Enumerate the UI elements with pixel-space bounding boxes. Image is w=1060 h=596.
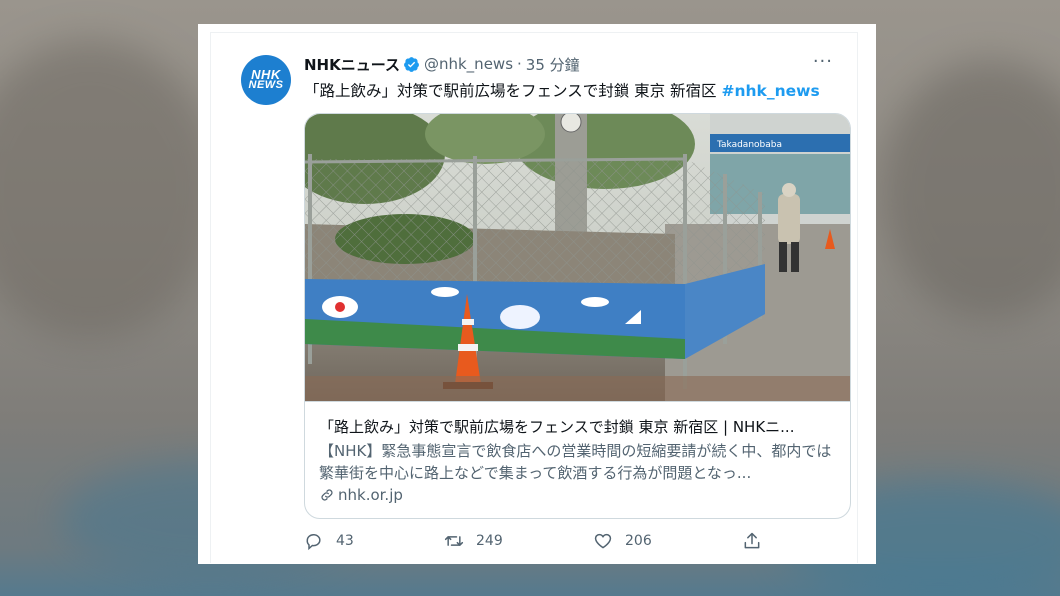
more-options-icon[interactable]: ··· bbox=[813, 51, 833, 72]
tweet-text: 「路上飲み」対策で駅前広場をフェンスで封鎖 東京 新宿区 #nhk_news bbox=[304, 79, 820, 101]
station-sign-text: Takadanobaba bbox=[716, 140, 782, 150]
link-preview-card[interactable]: Takadanobaba 「路上飲み」対策で駅前広場をフェンスで封鎖 東京 新宿… bbox=[304, 113, 851, 519]
link-card-title: 「路上飲み」対策で駅前広場をフェンスで封鎖 東京 新宿区 | NHKニ... bbox=[319, 418, 795, 436]
verified-badge-icon bbox=[404, 56, 419, 72]
preview-photo: Takadanobaba bbox=[305, 114, 850, 402]
separator-dot: · bbox=[517, 55, 522, 73]
avatar-text-news: NEWS bbox=[248, 79, 284, 91]
tweet-timestamp[interactable]: 35 分鐘 bbox=[526, 54, 580, 75]
link-icon bbox=[321, 489, 333, 501]
reply-count: 43 bbox=[336, 533, 354, 549]
avatar[interactable]: NHK NEWS bbox=[241, 55, 291, 105]
retweet-count: 249 bbox=[476, 533, 503, 549]
display-name[interactable]: NHKニュース bbox=[304, 54, 400, 75]
tweet-header: NHKニュース @nhk_news · 35 分鐘 bbox=[304, 53, 580, 75]
share-button[interactable] bbox=[742, 531, 774, 551]
tweet-card: NHK NEWS NHKニュース @nhk_news · 35 分鐘 ··· 「… bbox=[198, 24, 876, 564]
link-card-domain-row: nhk.or.jp bbox=[319, 486, 403, 504]
link-card-domain: nhk.or.jp bbox=[338, 486, 403, 504]
retweet-button[interactable]: 249 bbox=[444, 531, 503, 551]
like-count: 206 bbox=[625, 533, 652, 549]
tweet-actions: 43 249 206 bbox=[304, 531, 849, 555]
tweet-container: NHK NEWS NHKニュース @nhk_news · 35 分鐘 ··· 「… bbox=[210, 32, 858, 563]
reply-button[interactable]: 43 bbox=[304, 531, 354, 551]
like-button[interactable]: 206 bbox=[593, 531, 652, 551]
user-handle[interactable]: @nhk_news bbox=[424, 55, 513, 73]
hashtag-link[interactable]: #nhk_news bbox=[721, 82, 819, 100]
share-icon bbox=[744, 532, 760, 549]
reply-icon bbox=[306, 534, 321, 551]
retweet-icon bbox=[444, 536, 464, 546]
tweet-body: 「路上飲み」対策で駅前広場をフェンスで封鎖 東京 新宿区 bbox=[304, 82, 717, 100]
link-card-description: 【NHK】緊急事態宣言で飲食店への営業時間の短縮要請が続く中、都内では繁華街を中… bbox=[319, 442, 832, 482]
heart-icon bbox=[594, 533, 612, 549]
